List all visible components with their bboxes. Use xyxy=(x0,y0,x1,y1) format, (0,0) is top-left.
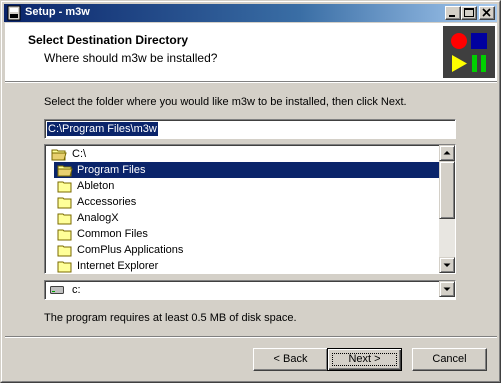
folder-icon xyxy=(57,197,72,209)
folder-label: ComPlus Applications xyxy=(77,244,184,256)
title-bar[interactable]: Setup - m3w xyxy=(4,4,497,22)
folder-label: Ableton xyxy=(77,180,115,192)
scroll-down-button[interactable] xyxy=(439,257,455,273)
scroll-thumb[interactable] xyxy=(439,161,455,219)
destination-path-value: C:\Program Files\m3w xyxy=(47,122,158,136)
close-button[interactable] xyxy=(479,6,495,20)
setup-window: Setup - m3w Select Destination Directory… xyxy=(0,0,501,383)
drive-label: c: xyxy=(72,284,81,296)
maximize-icon xyxy=(464,8,474,17)
folder-icon xyxy=(57,245,72,257)
open-folder-icon xyxy=(51,149,67,161)
arrow-up-icon xyxy=(443,151,451,155)
folder-icon xyxy=(57,213,72,225)
scroll-up-button[interactable] xyxy=(439,145,455,161)
disk-space-requirement: The program requires at least 0.5 MB of … xyxy=(44,312,297,324)
maximize-button[interactable] xyxy=(461,6,477,20)
destination-path-input[interactable]: C:\Program Files\m3w xyxy=(44,119,456,139)
folder-item[interactable]: Ableton xyxy=(54,178,424,194)
folder-item[interactable]: ComPlus Applications xyxy=(54,242,424,258)
page-title: Select Destination Directory xyxy=(28,33,189,47)
m3w-logo-icon xyxy=(443,26,495,78)
hard-drive-icon xyxy=(50,286,64,294)
next-button-label: Next > xyxy=(348,353,381,365)
folder-icon xyxy=(57,181,72,193)
drive-dropdown-button[interactable] xyxy=(439,281,455,297)
folder-item[interactable]: Internet Explorer xyxy=(54,258,424,273)
cancel-button-label: Cancel xyxy=(432,353,467,365)
folder-item-program-files[interactable]: Program Files xyxy=(54,162,439,178)
wizard-header: Select Destination Directory Where shoul… xyxy=(5,23,497,81)
drive-select[interactable]: c: xyxy=(44,280,456,300)
close-icon xyxy=(482,8,491,17)
cancel-button[interactable]: Cancel xyxy=(412,348,487,371)
arrow-down-icon xyxy=(443,287,451,291)
page-subtitle: Where should m3w be installed? xyxy=(44,51,218,65)
open-folder-icon xyxy=(57,165,73,177)
folder-label-root: C:\ xyxy=(72,148,87,160)
minimize-icon xyxy=(449,15,455,17)
minimize-button[interactable] xyxy=(445,6,461,20)
instruction-text: Select the folder where you would like m… xyxy=(44,96,407,108)
folder-item[interactable]: AnalogX xyxy=(54,210,424,226)
back-button[interactable]: < Back xyxy=(253,348,328,371)
drive-select-frame xyxy=(45,281,455,299)
setup-app-icon xyxy=(7,5,21,21)
folder-item[interactable]: Common Files xyxy=(54,226,424,242)
back-button-label: < Back xyxy=(273,353,308,365)
window-title: Setup - m3w xyxy=(25,6,90,18)
folder-label: Common Files xyxy=(77,228,148,240)
folder-label: Internet Explorer xyxy=(77,260,159,272)
folder-list-scrollbar[interactable] xyxy=(439,145,455,273)
folder-label: AnalogX xyxy=(77,212,119,224)
folder-item[interactable]: Accessories xyxy=(54,194,424,210)
folder-label: Accessories xyxy=(77,196,137,208)
folder-icon xyxy=(57,229,72,241)
arrow-down-icon xyxy=(443,263,451,267)
folder-item-root[interactable]: C:\ xyxy=(47,146,437,162)
folder-label-program-files: Program Files xyxy=(77,164,146,176)
header-separator xyxy=(5,81,497,83)
footer-separator xyxy=(5,336,497,338)
folder-icon xyxy=(57,261,72,273)
folder-tree-list[interactable]: C:\ Program Files Ableton Accessories An… xyxy=(44,144,456,274)
next-button[interactable]: Next > xyxy=(327,348,402,371)
